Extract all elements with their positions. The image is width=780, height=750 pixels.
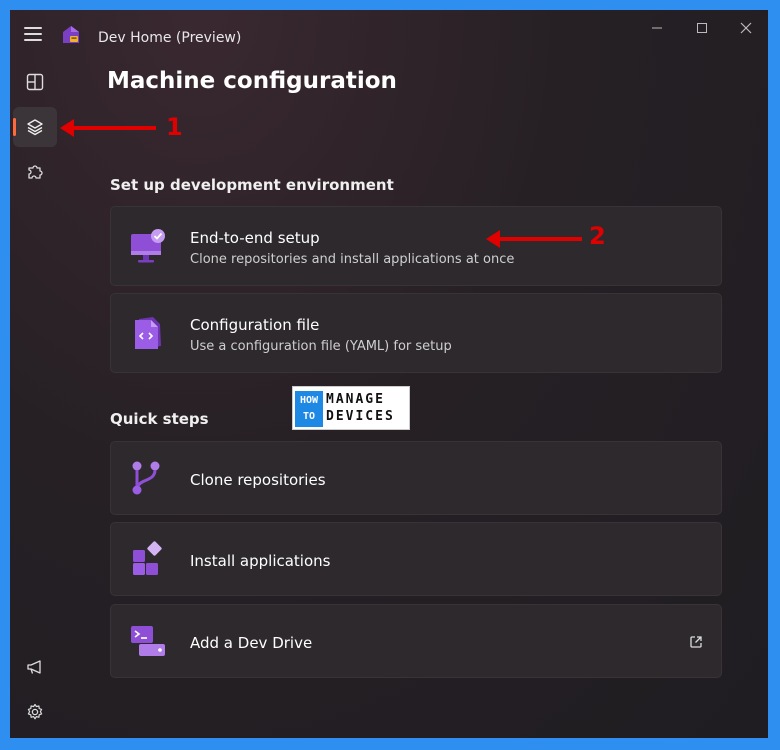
- card-description: Clone repositories and install applicati…: [190, 252, 515, 267]
- monitor-check-icon: [131, 229, 165, 263]
- megaphone-icon: [27, 660, 41, 674]
- dev-home-logo-icon: [63, 26, 79, 43]
- watermark-how-to: HOW TO: [295, 391, 323, 427]
- close-icon: [740, 22, 752, 34]
- card-title: Configuration file: [190, 316, 320, 334]
- page-title: Machine configuration: [107, 68, 397, 94]
- nav-feedback[interactable]: [13, 647, 57, 687]
- card-description: Use a configuration file (YAML) for setu…: [190, 339, 452, 354]
- terminal-drive-icon: [131, 626, 165, 656]
- card-title: End-to-end setup: [190, 229, 320, 247]
- add-dev-drive-card[interactable]: Add a Dev Drive: [110, 604, 722, 678]
- app-title: Dev Home (Preview): [98, 30, 242, 46]
- maximize-icon: [697, 23, 707, 33]
- layers-icon: [27, 119, 43, 136]
- annotation-number-2: 2: [589, 222, 606, 250]
- section-title-setup: Set up development environment: [110, 176, 394, 194]
- configuration-file-card[interactable]: Configuration file Use a configuration f…: [110, 293, 722, 373]
- card-title: Add a Dev Drive: [190, 634, 313, 652]
- minimize-icon: [652, 27, 662, 29]
- annotation-number-1: 1: [166, 113, 183, 141]
- selected-indicator: [13, 118, 16, 136]
- puzzle-icon: [28, 165, 43, 179]
- maximize-button[interactable]: [687, 16, 717, 40]
- nav-extensions[interactable]: [13, 152, 57, 192]
- clone-repositories-card[interactable]: Clone repositories: [110, 441, 722, 515]
- end-to-end-setup-card[interactable]: End-to-end setup Clone repositories and …: [110, 206, 722, 286]
- nav-dashboard[interactable]: [13, 62, 57, 102]
- close-button[interactable]: [731, 16, 761, 40]
- git-branch-icon: [132, 461, 160, 495]
- nav-machine-configuration[interactable]: [13, 107, 57, 147]
- nav-settings[interactable]: [13, 692, 57, 732]
- annotation-arrow-1: [60, 119, 156, 137]
- gear-icon: [27, 703, 43, 720]
- watermark-logo: HOW TO MANAGE DEVICES: [292, 386, 410, 430]
- code-file-icon: [135, 317, 161, 349]
- dashboard-icon: [26, 73, 44, 91]
- apps-icon: [133, 541, 162, 575]
- annotation-arrow-2: [486, 230, 582, 248]
- card-title: Install applications: [190, 552, 331, 570]
- open-external-icon[interactable]: [689, 635, 703, 649]
- app-window: Dev Home (Preview) Machine configuration…: [10, 10, 768, 738]
- hamburger-menu-icon[interactable]: [24, 27, 42, 41]
- watermark-manage-devices: MANAGE DEVICES: [326, 392, 395, 424]
- card-title: Clone repositories: [190, 471, 326, 489]
- title-bar: Dev Home (Preview): [10, 10, 768, 56]
- section-title-quick-steps: Quick steps: [110, 410, 209, 428]
- minimize-button[interactable]: [642, 16, 672, 40]
- install-applications-card[interactable]: Install applications: [110, 522, 722, 596]
